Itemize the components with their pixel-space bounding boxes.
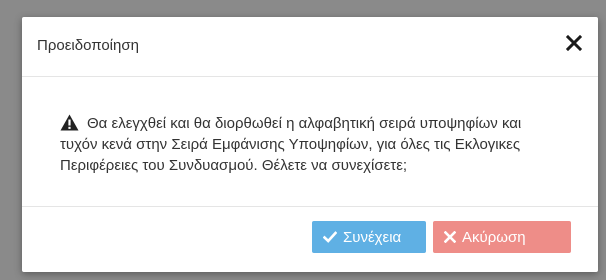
cancel-button[interactable]: Ακύρωση <box>433 221 571 253</box>
dialog-header: Προειδοποίηση <box>22 17 598 77</box>
warning-icon <box>60 114 79 131</box>
dialog-footer: Συνέχεια Ακύρωση <box>22 207 598 272</box>
page-backdrop: Προειδοποίηση Θα ελεγχθεί και θα διορθωθ… <box>0 0 606 280</box>
continue-button[interactable]: Συνέχεια <box>312 221 426 253</box>
times-icon <box>444 231 456 243</box>
dialog-body: Θα ελεγχθεί και θα διορθωθεί η αλφαβητικ… <box>22 77 598 207</box>
close-button[interactable] <box>562 29 586 57</box>
dialog-title: Προειδοποίηση <box>37 37 139 54</box>
dialog-message-container: Θα ελεγχθεί και θα διορθωθεί η αλφαβητικ… <box>60 113 560 176</box>
continue-button-label: Συνέχεια <box>343 228 402 246</box>
check-icon <box>323 231 337 243</box>
warning-dialog: Προειδοποίηση Θα ελεγχθεί και θα διορθωθ… <box>22 17 598 272</box>
dialog-message: Θα ελεγχθεί και θα διορθωθεί η αλφαβητικ… <box>60 115 522 174</box>
cancel-button-label: Ακύρωση <box>462 228 526 246</box>
close-icon <box>566 35 582 51</box>
